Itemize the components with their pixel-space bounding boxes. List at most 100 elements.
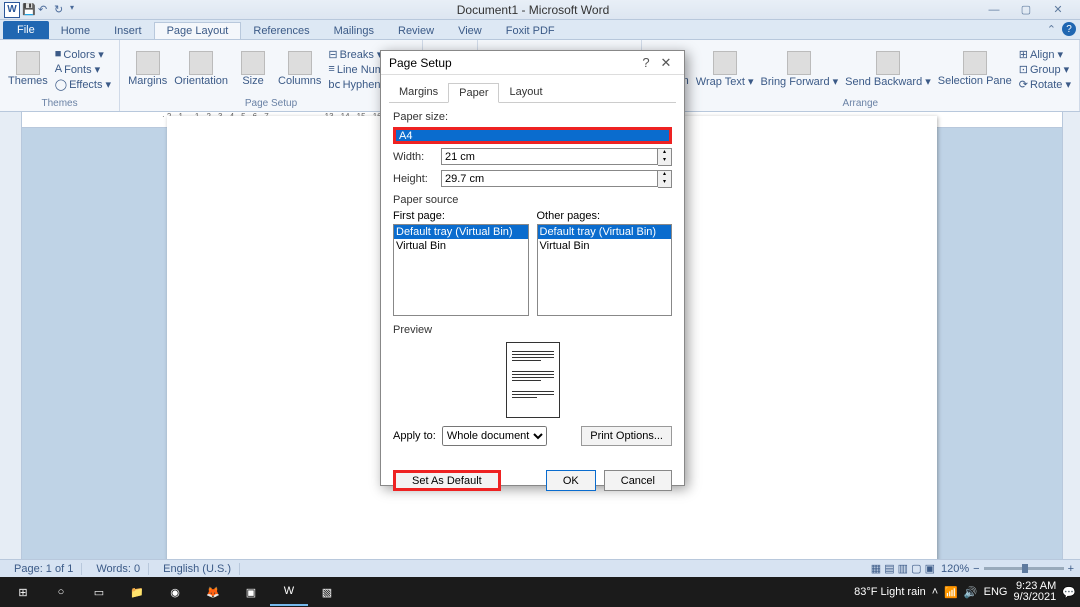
chrome-icon[interactable]: ◉ [156, 578, 194, 606]
ok-button[interactable]: OK [546, 470, 596, 491]
width-input[interactable] [441, 148, 658, 165]
list-item[interactable]: Virtual Bin [538, 239, 672, 253]
ribbon-expand-icon[interactable]: ⌃ [1047, 23, 1056, 36]
list-item[interactable]: Default tray (Virtual Bin) [394, 225, 528, 239]
send-backward-button[interactable]: Send Backward ▾ [843, 49, 933, 90]
tab-references[interactable]: References [241, 23, 321, 39]
word-taskbar-icon[interactable]: W [270, 578, 308, 606]
page-setup-group-label: Page Setup [126, 98, 416, 109]
width-down-icon[interactable]: ▾ [658, 157, 671, 165]
minimize-button[interactable]: — [982, 2, 1006, 18]
notifications-icon[interactable]: 💬 [1062, 586, 1076, 599]
tab-view[interactable]: View [446, 23, 494, 39]
cancel-button[interactable]: Cancel [604, 470, 672, 491]
firefox-icon[interactable]: 🦊 [194, 578, 232, 606]
apply-to-select[interactable]: Whole document [442, 426, 547, 446]
height-spinner[interactable]: ▴▾ [441, 170, 672, 188]
tab-mailings[interactable]: Mailings [322, 23, 386, 39]
dialog-buttons: Set As Default OK Cancel [381, 470, 684, 501]
tab-page-layout[interactable]: Page Layout [154, 22, 242, 39]
colors-button[interactable]: ■Colors ▾ [53, 48, 113, 61]
view-buttons[interactable]: ▦ ▤ ▥ ▢ ▣ [871, 562, 935, 575]
wrap-text-button[interactable]: Wrap Text ▾ [694, 49, 756, 90]
tab-file[interactable]: File [3, 21, 49, 39]
app-icon[interactable]: ▣ [232, 578, 270, 606]
status-language[interactable]: English (U.S.) [155, 563, 240, 575]
tab-foxit[interactable]: Foxit PDF [494, 23, 567, 39]
clock[interactable]: 9:23 AM9/3/2021 [1013, 581, 1056, 603]
other-pages-listbox[interactable]: Default tray (Virtual Bin) Virtual Bin [537, 224, 673, 316]
width-up-icon[interactable]: ▴ [658, 149, 671, 157]
dialog-close-button[interactable]: ✕ [656, 55, 676, 71]
zoom-out-icon[interactable]: − [973, 563, 979, 575]
paper-size-select[interactable]: A4 [393, 127, 672, 144]
save-icon[interactable]: 💾 [22, 3, 36, 17]
zoom-in-icon[interactable]: + [1068, 563, 1074, 575]
selection-pane-button[interactable]: Selection Pane [936, 49, 1014, 89]
align-button[interactable]: ⊞Align ▾ [1017, 48, 1073, 61]
dialog-tab-paper[interactable]: Paper [448, 83, 499, 103]
language-indicator[interactable]: ENG [984, 586, 1008, 598]
redo-icon[interactable]: ↻ [54, 3, 68, 17]
vertical-ruler[interactable] [0, 112, 22, 559]
other-pages-label: Other pages: [537, 210, 673, 222]
start-button[interactable]: ⊞ [4, 578, 42, 606]
height-input[interactable] [441, 170, 658, 187]
tab-home[interactable]: Home [49, 23, 102, 39]
tab-insert[interactable]: Insert [102, 23, 154, 39]
dialog-tab-margins[interactable]: Margins [389, 83, 448, 102]
fonts-label: Fonts ▾ [64, 63, 100, 76]
task-view-button[interactable]: ▭ [80, 578, 118, 606]
maximize-button[interactable]: ▢ [1014, 2, 1038, 18]
fonts-button[interactable]: AFonts ▾ [53, 63, 113, 76]
help-button[interactable]: ? [1062, 22, 1076, 36]
effects-button[interactable]: ◯Effects ▾ [53, 78, 113, 91]
tray-chevron-icon[interactable]: ˄ [932, 586, 938, 598]
themes-label: Themes [8, 75, 48, 87]
orientation-button[interactable]: Orientation [172, 49, 230, 89]
dialog-help-button[interactable]: ? [636, 55, 656, 70]
word-icon[interactable]: W [4, 2, 20, 18]
margins-label: Margins [128, 75, 167, 87]
apply-to-label: Apply to: [393, 430, 436, 442]
weather-widget[interactable]: 83°F Light rain [854, 586, 926, 598]
zoom-control[interactable]: 120% − + [941, 563, 1074, 575]
size-button[interactable]: Size [233, 49, 273, 89]
app-icon-2[interactable]: ▧ [308, 578, 346, 606]
undo-icon[interactable]: ↶ [38, 3, 52, 17]
breaks-label: Breaks ▾ [340, 48, 383, 61]
status-page[interactable]: Page: 1 of 1 [6, 563, 82, 575]
themes-button[interactable]: Themes [6, 49, 50, 89]
print-options-button[interactable]: Print Options... [581, 426, 672, 446]
file-explorer-icon[interactable]: 📁 [118, 578, 156, 606]
document-title: Document1 - Microsoft Word [84, 3, 982, 17]
arrange-group-label: Arrange [648, 98, 1073, 109]
qat-dropdown-icon[interactable]: ▾ [70, 3, 84, 17]
system-tray[interactable]: 83°F Light rain ˄ 📶 🔊 ENG 9:23 AM9/3/202… [854, 581, 1076, 603]
preview-section: Preview [393, 324, 672, 418]
group-button[interactable]: ⊡Group ▾ [1017, 63, 1073, 76]
list-item[interactable]: Default tray (Virtual Bin) [538, 225, 672, 239]
network-icon[interactable]: 📶 [944, 586, 958, 599]
list-item[interactable]: Virtual Bin [394, 239, 528, 253]
window-buttons: — ▢ ✕ [982, 2, 1070, 18]
dialog-header[interactable]: Page Setup ? ✕ [381, 51, 684, 75]
status-words[interactable]: Words: 0 [88, 563, 149, 575]
columns-button[interactable]: Columns [276, 49, 323, 89]
close-button[interactable]: ✕ [1046, 2, 1070, 18]
first-page-listbox[interactable]: Default tray (Virtual Bin) Virtual Bin [393, 224, 529, 316]
bring-forward-button[interactable]: Bring Forward ▾ [759, 49, 841, 90]
height-up-icon[interactable]: ▴ [658, 171, 671, 179]
margins-button[interactable]: Margins [126, 49, 169, 89]
height-down-icon[interactable]: ▾ [658, 179, 671, 187]
width-spinner[interactable]: ▴▾ [441, 148, 672, 166]
search-button[interactable]: ○ [42, 578, 80, 606]
tab-review[interactable]: Review [386, 23, 446, 39]
rotate-button[interactable]: ⟳Rotate ▾ [1017, 78, 1073, 91]
volume-icon[interactable]: 🔊 [964, 586, 978, 599]
dialog-tab-layout[interactable]: Layout [499, 83, 552, 102]
zoom-slider[interactable] [984, 567, 1064, 570]
size-label: Size [242, 75, 263, 87]
set-as-default-button[interactable]: Set As Default [393, 470, 501, 491]
vertical-scrollbar[interactable] [1062, 112, 1080, 559]
